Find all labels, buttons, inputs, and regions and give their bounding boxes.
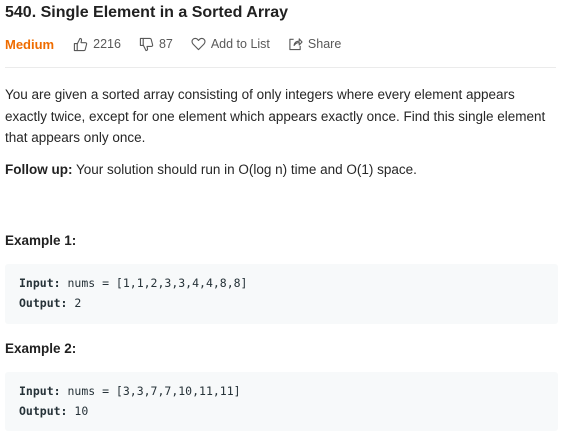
example-1-output-value: 2 — [67, 296, 82, 310]
follow-up: Follow up: Your solution should run in O… — [5, 159, 558, 181]
follow-up-label: Follow up: — [5, 162, 73, 177]
example-2-input-label: Input: — [19, 384, 61, 398]
example-1-input-value: nums = [1,1,2,3,3,4,4,8,8] — [60, 276, 248, 290]
heart-icon — [191, 37, 206, 51]
example-2-input-value: nums = [3,3,7,7,10,11,11] — [60, 384, 241, 398]
difficulty-badge: Medium — [5, 36, 55, 52]
problem-title: 540. Single Element in a Sorted Array — [5, 4, 289, 21]
example-1-input-line: Input: nums = [1,1,2,3,3,4,4,8,8] — [19, 274, 247, 293]
dislike-button[interactable]: 87 — [139, 37, 173, 52]
example-2-code-block: Input: nums = [3,3,7,7,10,11,11] Output:… — [5, 372, 558, 431]
example-1-output-label: Output: — [19, 296, 68, 310]
dislike-count: 87 — [158, 37, 173, 51]
share-button[interactable]: Share — [288, 37, 341, 51]
problem-meta-bar: Medium 2216 87 Add to List Share — [5, 35, 359, 53]
example-2-title: Example 2: — [5, 341, 77, 356]
problem-description: You are given a sorted array consisting … — [5, 87, 546, 145]
example-2-output-line: Output: 10 — [19, 402, 88, 421]
add-to-list-button[interactable]: Add to List — [191, 37, 270, 51]
like-count: 2216 — [93, 37, 121, 51]
example-1-output-line: Output: 2 — [19, 294, 81, 313]
example-2-input-line: Input: nums = [3,3,7,7,10,11,11] — [19, 382, 241, 401]
like-button[interactable]: 2216 — [73, 37, 121, 52]
header-divider — [5, 67, 556, 68]
example-2-output-value: 10 — [67, 404, 89, 418]
thumbs-up-icon — [73, 37, 88, 51]
follow-up-text: Your solution should run in O(log n) tim… — [72, 162, 417, 177]
example-1-code-block: Input: nums = [1,1,2,3,3,4,4,8,8] Output… — [5, 264, 558, 324]
share-label: Share — [307, 37, 342, 51]
thumbs-down-icon — [139, 37, 154, 51]
example-1-title: Example 1: — [5, 233, 77, 248]
share-icon — [289, 38, 303, 51]
add-to-list-label: Add to List — [210, 37, 270, 51]
example-1-input-label: Input: — [19, 276, 61, 290]
example-2-output-label: Output: — [19, 404, 68, 418]
